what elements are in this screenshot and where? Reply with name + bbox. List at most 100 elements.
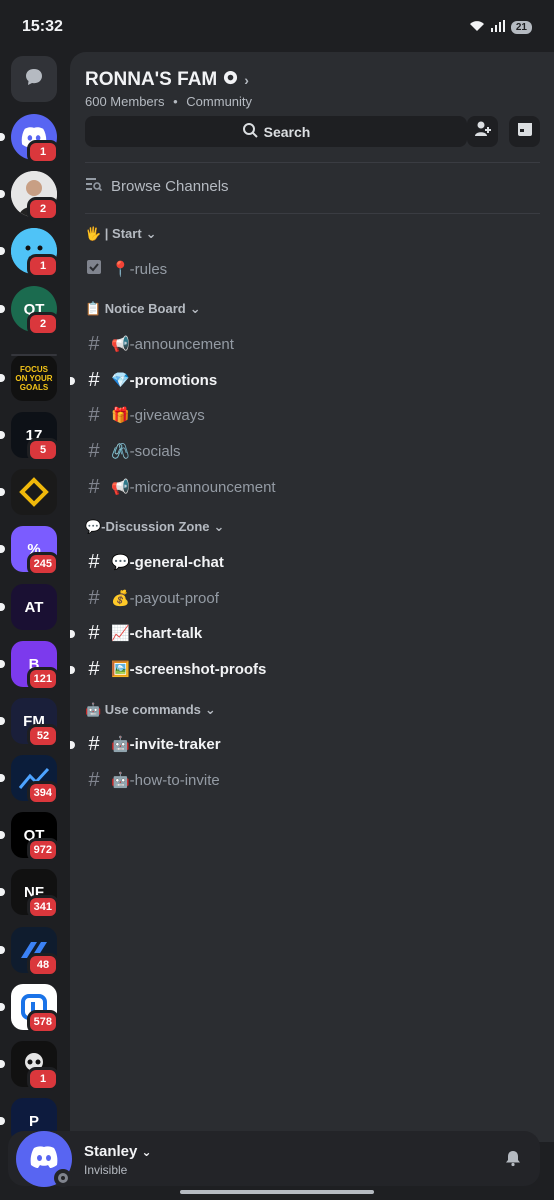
category-use-commands[interactable]: 🤖 Use commands ⌄	[85, 702, 216, 718]
hash-icon: #	[88, 621, 100, 644]
server-icon: FOCUS ON YOUR GOALS	[11, 355, 57, 401]
channel-panel: RONNA'S FAM › 600 Members • Community Se…	[70, 52, 554, 1142]
status-indicator	[54, 1169, 72, 1187]
add-user-icon	[474, 120, 492, 143]
user-panel[interactable]: Stanley ⌄ Invisible	[8, 1131, 540, 1187]
mention-badge: 972	[26, 838, 59, 862]
unread-indicator	[0, 1060, 5, 1068]
server-b-server[interactable]: B 121	[0, 641, 59, 691]
channel-giveaways[interactable]: # 🎁-giveaways	[85, 400, 535, 430]
channel-announcement[interactable]: # 📢-announcement	[85, 329, 535, 359]
user-status: Invisible	[84, 1163, 128, 1177]
channel-label: 🖼️-screenshot-proofs	[111, 661, 267, 678]
search-button[interactable]: Search	[85, 116, 467, 147]
server-user-avatar-3[interactable]: 1	[0, 228, 59, 278]
category-label: 🤖 Use commands	[85, 702, 201, 717]
bell-icon	[504, 1151, 522, 1171]
guild-title: RONNA'S FAM	[85, 69, 218, 90]
events-button[interactable]	[509, 116, 540, 147]
unread-indicator	[0, 660, 5, 668]
mention-badge: 341	[26, 895, 59, 919]
category-notice-board[interactable]: 📋 Notice Board ⌄	[85, 301, 201, 317]
calendar-icon	[516, 120, 534, 143]
verified-badge-icon	[223, 69, 238, 91]
channel-promotions[interactable]: # 💎-promotions	[70, 365, 535, 395]
unread-indicator	[0, 247, 5, 255]
server-fm-server[interactable]: FM 52	[0, 698, 59, 748]
discord-logo-icon	[29, 1145, 59, 1174]
browse-channels-label: Browse Channels	[111, 177, 229, 195]
server-icon	[11, 469, 57, 515]
unread-indicator	[0, 888, 5, 896]
channel-screenshot-proofs[interactable]: # 🖼️-screenshot-proofs	[70, 654, 535, 684]
server-qt-server-green[interactable]: QT 2	[0, 286, 59, 336]
battery-indicator: 21	[510, 21, 532, 34]
notifications-button[interactable]	[504, 1149, 522, 1172]
mention-badge: 1	[27, 1067, 59, 1091]
chevron-down-icon: ⌄	[145, 226, 157, 241]
category-start[interactable]: 🖐️ | Start ⌄	[85, 226, 157, 242]
server-percent-server[interactable]: % 245	[0, 526, 59, 576]
unread-indicator	[0, 946, 5, 954]
mention-badge: 1	[27, 140, 59, 164]
browse-divider	[85, 213, 540, 214]
mention-badge: 5	[27, 438, 59, 462]
server-in-server[interactable]: 578	[0, 984, 59, 1034]
category-discussion-zone[interactable]: 💬-Discussion Zone ⌄	[85, 519, 224, 535]
channel-how-to-invite[interactable]: # 🤖-how-to-invite	[85, 765, 535, 795]
server-nf-server[interactable]: NF 341	[0, 869, 59, 919]
user-name[interactable]: Stanley ⌄	[84, 1143, 152, 1160]
server-chart-logo-server[interactable]: 394	[0, 755, 59, 805]
channel-micro-announcement[interactable]: # 📢-micro-announcement	[85, 472, 535, 502]
unread-indicator	[0, 431, 5, 439]
browse-channels-button[interactable]: Browse Channels	[85, 176, 229, 196]
home-indicator	[180, 1190, 374, 1194]
unread-indicator	[0, 831, 5, 839]
channel-socials[interactable]: # 🖇️-socials	[85, 436, 535, 466]
channel-label: 🤖-how-to-invite	[111, 772, 220, 789]
server-17-server[interactable]: 17 5	[0, 412, 59, 462]
channel-payout-proof[interactable]: # 💰-payout-proof	[85, 583, 535, 613]
hash-icon: #	[88, 657, 100, 680]
unread-indicator	[0, 1003, 5, 1011]
signal-icon	[490, 20, 505, 35]
server-focus-goals-server[interactable]: FOCUS ON YOUR GOALS	[0, 355, 57, 401]
hash-icon: #	[88, 475, 100, 498]
unread-indicator	[0, 133, 5, 141]
chevron-down-icon: ⌄	[141, 1145, 152, 1159]
unread-indicator	[0, 190, 5, 198]
unread-indicator	[0, 603, 5, 611]
search-icon	[242, 122, 258, 141]
channel-rules[interactable]: 📍-rules	[85, 254, 535, 284]
wifi-icon	[469, 20, 485, 35]
server-orange-logo-server[interactable]	[0, 469, 57, 515]
server-skull-server[interactable]: 1	[0, 1041, 59, 1091]
channel-label: 💎-promotions	[111, 372, 218, 389]
mention-badge: 2	[27, 312, 59, 336]
mention-badge: 1	[27, 254, 59, 278]
guild-header[interactable]: RONNA'S FAM ›	[85, 69, 249, 91]
unread-indicator	[0, 374, 5, 382]
server-user-avatar-2[interactable]: 2	[0, 171, 59, 221]
channel-label: 🖇️-socials	[111, 443, 181, 460]
channel-general-chat[interactable]: # 💬-general-chat	[85, 547, 535, 577]
direct-messages-button[interactable]	[11, 56, 57, 102]
hash-icon: #	[88, 586, 100, 609]
unread-indicator	[0, 1117, 5, 1125]
channel-label: 🤖-invite-traker	[111, 736, 221, 753]
category-label: 🖐️ | Start	[85, 226, 142, 241]
invite-members-button[interactable]	[467, 116, 498, 147]
server-icon: AT	[11, 584, 57, 630]
hash-icon: #	[88, 439, 100, 462]
server-at-funded-server[interactable]: AT	[0, 584, 57, 630]
channel-invite-traker[interactable]: # 🤖-invite-traker	[70, 729, 535, 759]
hash-icon: #	[88, 732, 100, 755]
server-qt-server-black[interactable]: QT 972	[0, 812, 59, 862]
unread-indicator	[70, 741, 75, 749]
mention-badge: 48	[27, 953, 59, 977]
server-discord-home[interactable]: 1	[0, 114, 59, 164]
channel-label: 💬-general-chat	[111, 554, 224, 571]
server-blue-stripes-server[interactable]: 48	[0, 927, 59, 977]
channel-chart-talk[interactable]: # 📈-chart-talk	[70, 618, 535, 648]
unread-indicator	[0, 545, 5, 553]
